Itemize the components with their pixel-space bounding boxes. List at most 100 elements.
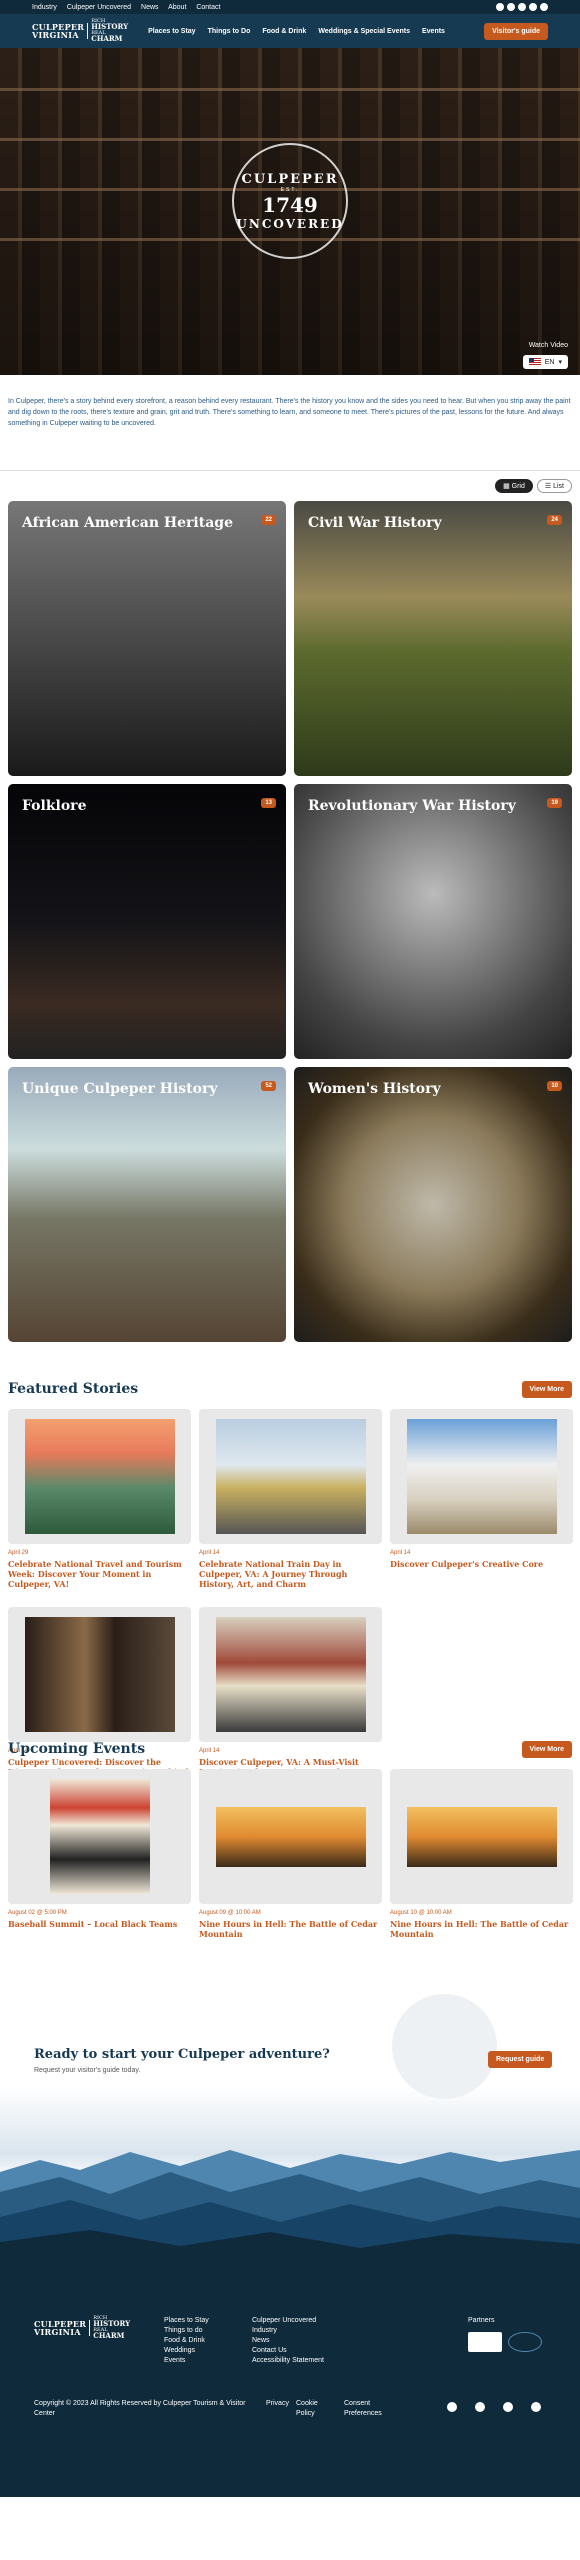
- cta-subtext: Request your visitor's guide today.: [34, 2067, 141, 2074]
- event-title[interactable]: Baseball Summit – Local Black Teams: [8, 1919, 191, 1959]
- event-image: [199, 1769, 382, 1904]
- utility-link-uncovered[interactable]: Culpeper Uncovered: [67, 4, 131, 11]
- youtube-icon[interactable]: [507, 3, 515, 11]
- events-heading: Upcoming Events: [8, 1741, 146, 1757]
- utility-bar: Industry Culpeper Uncovered News About C…: [0, 0, 580, 14]
- footer-link[interactable]: News: [252, 2336, 324, 2346]
- event-image: [8, 1769, 191, 1904]
- logo-separator: [87, 23, 89, 39]
- story-image: [8, 1607, 191, 1742]
- featured-view-more-button[interactable]: View More: [521, 1380, 572, 1398]
- nav-item-weddings[interactable]: Weddings & Special Events: [318, 28, 410, 35]
- category-count: 10: [547, 1081, 562, 1091]
- story-card[interactable]: April 14 Discover Culpeper's Creative Co…: [390, 1409, 573, 1599]
- events-grid: August 02 @ 5:00 PM Baseball Summit – Lo…: [8, 1769, 573, 1959]
- culpeper-uncovered-badge: CULPEPER EST. 1749 UNCOVERED: [232, 143, 348, 259]
- footer-link[interactable]: Events: [164, 2356, 209, 2366]
- language-selector[interactable]: EN ▾: [522, 355, 568, 369]
- footer-logo-separator: [89, 2320, 91, 2336]
- featured-stories-section: Featured Stories View More April 29 Cele…: [0, 1369, 580, 1787]
- footer-link[interactable]: Culpeper Uncovered: [252, 2316, 324, 2326]
- instagram-icon[interactable]: [529, 3, 537, 11]
- event-card[interactable]: August 09 @ 10:00 AM Nine Hours in Hell:…: [199, 1769, 382, 1959]
- event-image: [390, 1769, 573, 1904]
- footer-link[interactable]: Contact Us: [252, 2346, 324, 2356]
- footer-link[interactable]: Weddings: [164, 2346, 209, 2356]
- event-card[interactable]: August 02 @ 5:00 PM Baseball Summit – Lo…: [8, 1769, 191, 1959]
- events-view-more-button[interactable]: View More: [521, 1740, 572, 1758]
- facebook-icon[interactable]: [447, 2402, 457, 2412]
- utility-link-news[interactable]: News: [141, 4, 159, 11]
- nav-item-food[interactable]: Food & Drink: [262, 28, 306, 35]
- category-count: 52: [261, 1081, 276, 1091]
- utility-link-about[interactable]: About: [168, 4, 186, 11]
- grid-label: Grid: [511, 483, 525, 490]
- footer-logo-line2: VIRGINIA: [34, 2327, 81, 2337]
- utility-link-industry[interactable]: Industry: [32, 4, 57, 11]
- category-card-african-american[interactable]: African American Heritage 22: [8, 501, 286, 776]
- category-grid: African American Heritage 22 Civil War H…: [0, 501, 580, 1342]
- footer-link[interactable]: Accessibility Statement: [252, 2356, 324, 2366]
- category-card-folklore[interactable]: Folklore 13: [8, 784, 286, 1059]
- story-image: [390, 1409, 573, 1544]
- site-footer: CULPEPER VIRGINIA RICH HISTORY REAL CHAR…: [0, 2272, 580, 2497]
- request-guide-button[interactable]: Request guide: [488, 2051, 553, 2068]
- utility-links: Industry Culpeper Uncovered News About C…: [32, 4, 228, 11]
- search-icon[interactable]: [540, 3, 548, 11]
- virginia-is-for-lovers-logo[interactable]: [468, 2332, 502, 2352]
- story-title[interactable]: Celebrate National Travel and Tourism We…: [8, 1559, 191, 1599]
- footer-logo[interactable]: CULPEPER VIRGINIA RICH HISTORY REAL CHAR…: [34, 2316, 130, 2340]
- nav-item-things[interactable]: Things to Do: [208, 28, 251, 35]
- footer-social: [447, 2402, 541, 2412]
- event-card[interactable]: August 10 @ 10:00 AM Nine Hours in Hell:…: [390, 1769, 573, 1959]
- view-toggle: ▦ Grid ☰ List: [0, 471, 580, 501]
- legal-privacy[interactable]: Privacy: [266, 2399, 289, 2409]
- site-logo[interactable]: CULPEPER VIRGINIA RICH HISTORY REAL CHAR…: [32, 19, 128, 43]
- facebook-icon[interactable]: [496, 3, 504, 11]
- partners-block: Partners: [468, 2316, 542, 2352]
- logo-line2: VIRGINIA: [32, 30, 79, 40]
- category-card-civil-war[interactable]: Civil War History 24: [294, 501, 572, 776]
- partners-label: Partners: [468, 2317, 495, 2324]
- footer-link[interactable]: Food & Drink: [164, 2336, 209, 2346]
- footer-link[interactable]: Things to do: [164, 2326, 209, 2336]
- story-title[interactable]: Discover Culpeper's Creative Core: [390, 1559, 573, 1599]
- visitors-guide-button[interactable]: Visitor's guide: [484, 22, 548, 40]
- category-title: Women's History: [308, 1081, 441, 1097]
- hero-video[interactable]: CULPEPER EST. 1749 UNCOVERED Watch Video…: [0, 48, 580, 375]
- footer-col-visit: Places to Stay Things to do Food & Drink…: [164, 2316, 209, 2366]
- story-title[interactable]: Celebrate National Train Day in Culpeper…: [199, 1559, 382, 1599]
- youtube-icon[interactable]: [475, 2402, 485, 2412]
- instagram-icon[interactable]: [531, 2402, 541, 2412]
- footer-link[interactable]: Places to Stay: [164, 2316, 209, 2326]
- legal-consent[interactable]: Consent Preferences: [344, 2399, 404, 2419]
- category-title: African American Heritage: [22, 515, 233, 531]
- utility-link-contact[interactable]: Contact: [196, 4, 220, 11]
- copyright: Copyright © 2023 All Rights Reserved by …: [34, 2400, 246, 2417]
- category-card-revolutionary-war[interactable]: Revolutionary War History 19: [294, 784, 572, 1059]
- badge-bottom: UNCOVERED: [236, 216, 344, 231]
- grid-view-button[interactable]: ▦ Grid: [495, 479, 533, 493]
- featured-heading: Featured Stories: [8, 1381, 139, 1397]
- legal-cookie[interactable]: Cookie Policy: [296, 2399, 332, 2419]
- watch-video-link[interactable]: Watch Video: [529, 342, 568, 349]
- event-title[interactable]: Nine Hours in Hell: The Battle of Cedar …: [199, 1919, 382, 1959]
- category-card-unique-history[interactable]: Unique Culpeper History 52: [8, 1067, 286, 1342]
- partner-logo[interactable]: [508, 2332, 542, 2352]
- story-card[interactable]: April 14 Celebrate National Train Day in…: [199, 1409, 382, 1599]
- story-date: April 14: [390, 1550, 411, 1556]
- category-card-womens-history[interactable]: Women's History 10: [294, 1067, 572, 1342]
- nav-item-places[interactable]: Places to Stay: [148, 28, 195, 35]
- event-title[interactable]: Nine Hours in Hell: The Battle of Cedar …: [390, 1919, 573, 1959]
- list-label: List: [553, 483, 564, 490]
- story-card[interactable]: April 29 Celebrate National Travel and T…: [8, 1409, 191, 1599]
- footer-link[interactable]: Industry: [252, 2326, 324, 2336]
- pinterest-icon[interactable]: [518, 3, 526, 11]
- nav-item-events[interactable]: Events: [422, 28, 445, 35]
- list-view-button[interactable]: ☰ List: [536, 479, 572, 493]
- story-image: [199, 1409, 382, 1544]
- cta-heading: Ready to start your Culpeper adventure?: [34, 2047, 330, 2062]
- pinterest-icon[interactable]: [503, 2402, 513, 2412]
- category-count: 13: [261, 798, 276, 808]
- us-flag-icon: [528, 358, 541, 366]
